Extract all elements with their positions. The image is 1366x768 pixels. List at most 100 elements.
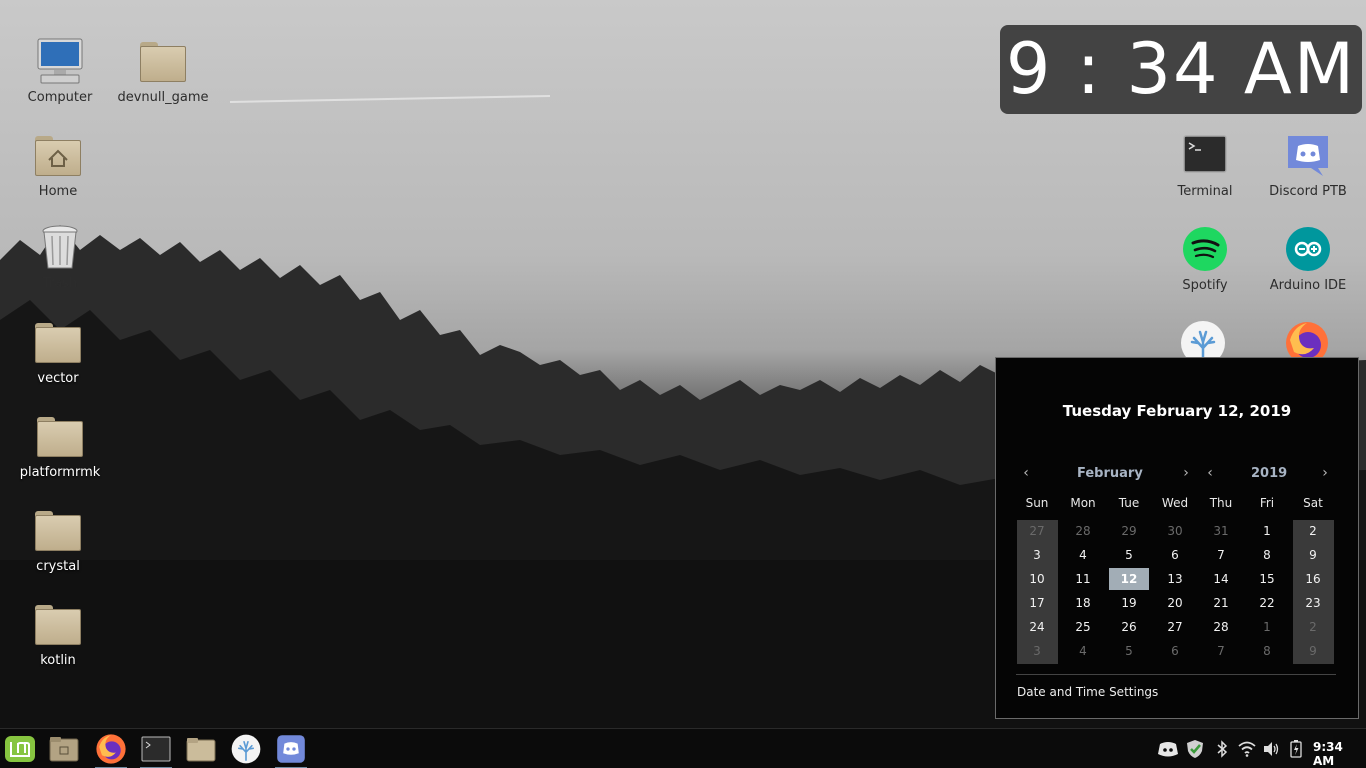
calendar-day[interactable]: 11 — [1063, 568, 1103, 590]
desktop-icon-platformrmk[interactable]: platformrmk — [10, 411, 110, 480]
folder-icon — [33, 599, 83, 649]
desktop-icon-spotify[interactable]: Spotify — [1155, 224, 1255, 293]
calendar-day[interactable]: 6 — [1155, 544, 1195, 566]
taskbar-file-manager[interactable] — [46, 733, 82, 765]
calendar-day[interactable]: 27 — [1155, 616, 1195, 638]
desktop-icon-vector[interactable]: vector — [8, 317, 108, 386]
calendar-divider — [1016, 674, 1336, 675]
tray-bluetooth[interactable] — [1213, 738, 1231, 760]
calendar-day[interactable]: 9 — [1293, 544, 1333, 566]
desktop-icon-label: vector — [37, 371, 79, 386]
calendar-day[interactable]: 26 — [1109, 616, 1149, 638]
discord-icon — [277, 735, 305, 763]
calendar-day[interactable]: 7 — [1201, 544, 1241, 566]
desktop-icon-label: kotlin — [40, 653, 76, 668]
calendar-day[interactable]: 29 — [1109, 520, 1149, 542]
desktop-icon-arduino-ide[interactable]: Arduino IDE — [1258, 224, 1358, 293]
prev-month-button[interactable]: ‹ — [1018, 465, 1034, 481]
calendar-day[interactable]: 21 — [1201, 592, 1241, 614]
calendar-day[interactable]: 18 — [1063, 592, 1103, 614]
next-year-button[interactable]: › — [1317, 465, 1333, 481]
weekday-label: Mon — [1070, 496, 1096, 510]
calendar-day[interactable]: 8 — [1247, 544, 1287, 566]
folder-icon — [33, 505, 83, 555]
calendar-day[interactable]: 5 — [1109, 544, 1149, 566]
calendar-day[interactable]: 2 — [1293, 616, 1333, 638]
tray-discord[interactable] — [1156, 738, 1180, 760]
calendar-day[interactable]: 31 — [1201, 520, 1241, 542]
desktop-icon-computer[interactable]: Computer — [10, 36, 110, 105]
desktop-icon-kotlin[interactable]: kotlin — [8, 599, 108, 668]
calendar-day[interactable]: 23 — [1293, 592, 1333, 614]
taskbar-clock[interactable]: 9:34 AM — [1313, 740, 1366, 768]
weekday-label: Tue — [1118, 496, 1140, 510]
desktop-icon-crystal[interactable]: crystal — [8, 505, 108, 574]
calendar-day[interactable]: 14 — [1201, 568, 1241, 590]
desktop-icon-firefox[interactable] — [1284, 320, 1330, 357]
desktop-icon-label: Home — [38, 184, 78, 199]
calendar-day[interactable]: 10 — [1017, 568, 1057, 590]
calendar-full-date: Tuesday February 12, 2019 — [1062, 402, 1292, 420]
firefox-icon — [1286, 322, 1328, 357]
wifi-icon — [1238, 741, 1256, 757]
tray-network[interactable] — [1237, 738, 1257, 760]
calendar-day[interactable]: 9 — [1293, 640, 1333, 662]
calendar-day[interactable]: 19 — [1109, 592, 1149, 614]
calendar-day[interactable]: 13 — [1155, 568, 1195, 590]
calendar-day[interactable]: 7 — [1201, 640, 1241, 662]
calendar-day[interactable]: 5 — [1109, 640, 1149, 662]
calendar-day[interactable]: 12 — [1109, 568, 1149, 590]
terminal-icon — [141, 736, 171, 762]
calendar-day[interactable]: 30 — [1155, 520, 1195, 542]
taskbar-discord[interactable] — [273, 733, 309, 768]
calendar-day[interactable]: 28 — [1063, 520, 1103, 542]
folder-icon — [33, 317, 83, 367]
calendar-day[interactable]: 17 — [1017, 592, 1057, 614]
date-time-settings-link[interactable]: Date and Time Settings — [1017, 685, 1158, 699]
tray-battery[interactable] — [1287, 738, 1305, 760]
home-folder-icon — [33, 130, 83, 180]
calendar-day[interactable]: 15 — [1247, 568, 1287, 590]
calendar-day[interactable]: 27 — [1017, 520, 1057, 542]
taskbar-vector[interactable] — [228, 733, 264, 765]
taskbar: 9:34 AM — [0, 728, 1366, 768]
prev-year-button[interactable]: ‹ — [1202, 465, 1218, 481]
shield-check-icon — [1187, 740, 1203, 758]
mint-menu-icon — [5, 736, 35, 762]
discord-tray-icon — [1158, 742, 1178, 757]
taskbar-folder[interactable] — [183, 733, 219, 765]
calendar-day[interactable]: 22 — [1247, 592, 1287, 614]
desktop-icon-terminal[interactable]: Terminal — [1155, 130, 1255, 199]
tray-volume[interactable] — [1261, 738, 1281, 760]
desktop-icon-label: Arduino IDE — [1269, 278, 1347, 293]
calendar-day[interactable]: 3 — [1017, 640, 1057, 662]
weekday-label: Wed — [1161, 496, 1189, 510]
calendar-day[interactable]: 1 — [1247, 616, 1287, 638]
calendar-day[interactable]: 4 — [1063, 544, 1103, 566]
desktop-icon-label: crystal — [36, 559, 80, 574]
taskbar-firefox[interactable] — [93, 733, 129, 768]
calendar-month: February — [1077, 466, 1143, 481]
desktop-icon-vector-app[interactable] — [1180, 320, 1226, 357]
desktop-icon-devnull-game[interactable]: devnull_game — [113, 36, 213, 105]
weekday-label: Thu — [1209, 496, 1233, 510]
calendar-day[interactable]: 1 — [1247, 520, 1287, 542]
next-month-button[interactable]: › — [1178, 465, 1194, 481]
calendar-day[interactable]: 4 — [1063, 640, 1103, 662]
weekday-label: Sat — [1303, 496, 1323, 510]
taskbar-terminal[interactable] — [138, 733, 174, 768]
desktop-icon-discord-ptb[interactable]: Discord PTB — [1258, 130, 1358, 199]
calendar-day[interactable]: 16 — [1293, 568, 1333, 590]
calendar-day[interactable]: 6 — [1155, 640, 1195, 662]
calendar-day[interactable]: 20 — [1155, 592, 1195, 614]
calendar-day[interactable]: 3 — [1017, 544, 1057, 566]
tray-update-manager[interactable] — [1184, 738, 1206, 760]
menu-button[interactable] — [2, 733, 38, 765]
desktop-icon-home[interactable]: Home — [8, 130, 108, 199]
calendar-day[interactable]: 24 — [1017, 616, 1057, 638]
calendar-day[interactable]: 2 — [1293, 520, 1333, 542]
calendar-day[interactable]: 25 — [1063, 616, 1103, 638]
calendar-day[interactable]: 8 — [1247, 640, 1287, 662]
calendar-day[interactable]: 28 — [1201, 616, 1241, 638]
desktop-icon-trash[interactable]: Trash — [10, 222, 110, 291]
